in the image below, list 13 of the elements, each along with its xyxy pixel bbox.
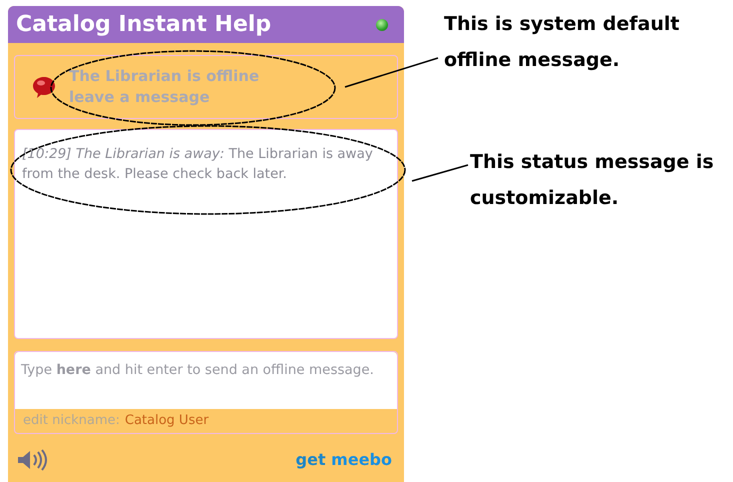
get-meebo-link[interactable]: get meebo: [296, 448, 392, 472]
status-message: [10:29] The Librarian is away: The Librarian is away from the desk. Please check back later.: [22, 145, 374, 184]
nickname-label: edit nickname:: [23, 412, 120, 430]
annotation-text: This is system default offline message.: [444, 12, 680, 73]
leader-line: [412, 164, 468, 182]
speech-bubble-icon: [31, 74, 57, 100]
annotation-text: This status message is customizable.: [470, 150, 715, 211]
nickname-link[interactable]: Catalog User: [124, 411, 209, 431]
message-input-field[interactable]: Type here and hit enter to send an offline message.: [15, 352, 397, 409]
window-title: Catalog Instant Help: [16, 14, 272, 36]
speaker-icon[interactable]: [16, 449, 48, 471]
offline-text: The Librarian is offline: [69, 66, 260, 87]
offline-text: leave a message: [69, 87, 211, 108]
